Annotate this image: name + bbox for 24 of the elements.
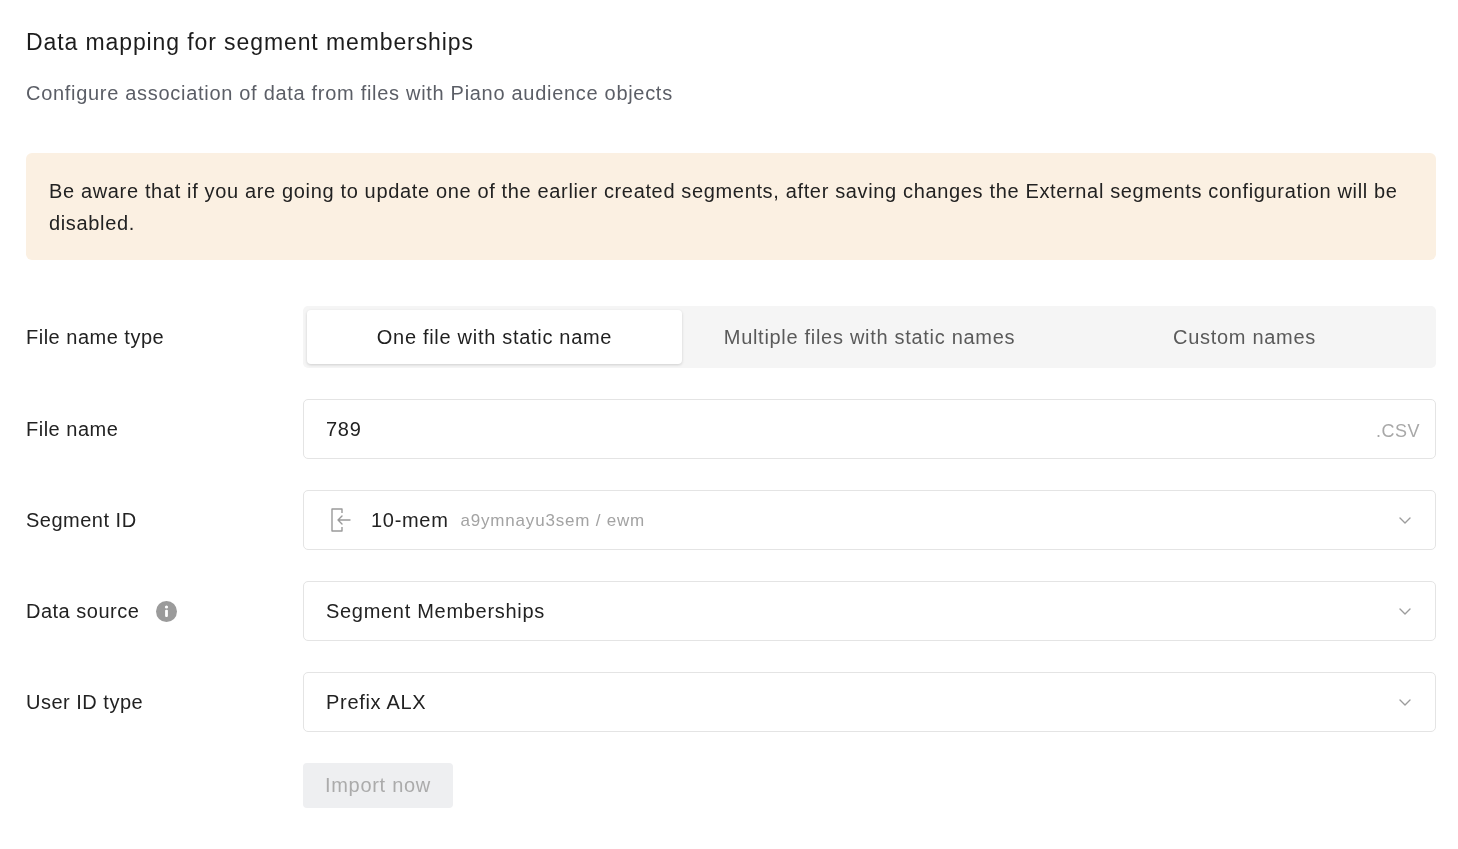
dropdown[interactable]: Prefix ALX xyxy=(303,672,1436,732)
warning-text: Be aware that if you are going to update one of the earlier created segments, after saving changes the External segments configuration will be disabled. xyxy=(49,179,1399,236)
field-label: File name xyxy=(26,417,119,441)
field-label: File name type xyxy=(26,325,165,349)
segment-path-text: a9ymnayu3sem / ewm xyxy=(460,511,646,531)
dropdown[interactable]: Segment Memberships xyxy=(303,581,1436,641)
chevron-down-icon xyxy=(1399,698,1411,706)
selected-value: 10-mem xyxy=(371,508,449,532)
enter-arrow-icon xyxy=(331,508,351,532)
file-extension-text: .CSV xyxy=(1376,420,1420,442)
selected-value: Prefix ALX xyxy=(326,690,427,714)
chevron-down-icon xyxy=(1399,607,1411,615)
field-label: Segment ID xyxy=(26,508,137,532)
field-label: User ID type xyxy=(26,690,144,714)
segment-dropdown[interactable]: 10-mem a9ymnayu3sem / ewm xyxy=(303,490,1436,550)
page-title: Data mapping for segment memberships xyxy=(26,28,474,56)
field-label: Data source xyxy=(26,599,140,623)
chevron-down-icon xyxy=(1399,516,1411,524)
page-subtitle: Configure association of data from files with Piano audience objects xyxy=(26,81,673,106)
segment-tab[interactable]: One file with static name xyxy=(307,310,682,364)
selected-value: Segment Memberships xyxy=(326,599,545,623)
segment-tab[interactable]: Multiple files with static names xyxy=(682,310,1057,364)
segment-tab[interactable]: Custom names xyxy=(1057,310,1432,364)
info-icon[interactable] xyxy=(156,600,178,622)
